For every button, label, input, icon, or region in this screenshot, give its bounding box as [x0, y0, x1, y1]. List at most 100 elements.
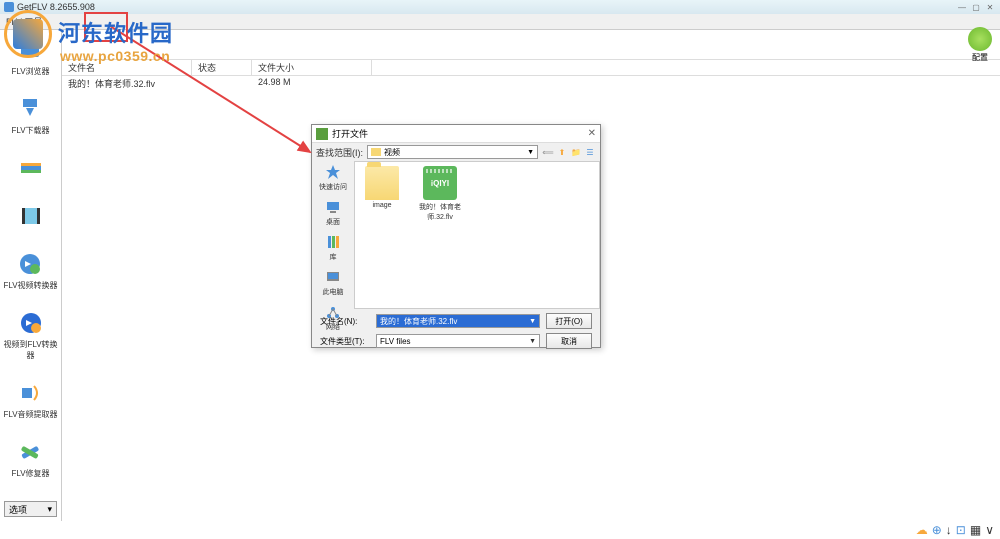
minimize-button[interactable]: —	[956, 3, 968, 12]
place-label: 桌面	[326, 217, 340, 227]
content-area: 配置 文件名 状态 文件大小 我的！体育老师.32.flv 24.98 M 打开…	[62, 30, 1000, 521]
filetype-value: FLV files	[380, 337, 411, 346]
chevron-down-icon: ▼	[527, 149, 534, 156]
dialog-bottom: 文件名(N): 我的！体育老师.32.flv ▼ 打开(O) 文件类型(T): …	[312, 309, 600, 353]
path-value: 视频	[384, 147, 400, 158]
convert-icon	[16, 250, 44, 278]
place-label: 此电脑	[323, 287, 344, 297]
options-label: 选项	[9, 503, 27, 516]
dialog-close-button[interactable]: ✕	[588, 128, 596, 139]
row-status	[192, 76, 252, 91]
file-item-folder[interactable]: image	[359, 166, 405, 209]
sidebar-item-audio-extract[interactable]: FLV音频提取器	[3, 379, 57, 420]
look-in-label: 查找范围(I):	[316, 146, 363, 159]
header-filename[interactable]: 文件名	[62, 60, 192, 75]
sidebar-item-label: FLV视频转换器	[3, 280, 57, 291]
nav-view-icon[interactable]: ☰	[584, 146, 596, 158]
place-quick-access[interactable]: 快速访问	[319, 163, 347, 192]
sidebar-item-tool4[interactable]	[17, 202, 45, 232]
annotation-red-box	[84, 12, 128, 42]
dialog-nav-icons: ⟸ ⬆ 📁 ☰	[542, 146, 596, 158]
menu-flv-tools[interactable]: FLV 工具	[6, 15, 42, 28]
place-label: 快速访问	[319, 182, 347, 192]
sidebar-item-label: FLV下载器	[11, 125, 49, 136]
sidebar-item-browser[interactable]: FLV浏览器	[11, 36, 49, 77]
places-bar: 快速访问 桌面 库 此电脑	[312, 161, 354, 309]
options-dropdown[interactable]: 选项 ▾	[4, 501, 57, 517]
dialog-titlebar: 打开文件 ✕	[312, 125, 600, 143]
audio-icon	[16, 379, 44, 407]
place-this-pc[interactable]: 此电脑	[323, 268, 344, 297]
chevron-down-icon: ▼	[529, 318, 536, 325]
library-icon	[324, 233, 342, 251]
place-label: 库	[330, 252, 337, 262]
header-size[interactable]: 文件大小	[252, 60, 372, 75]
dialog-title: 打开文件	[332, 127, 368, 140]
menubar: FLV 工具	[0, 14, 1000, 30]
sidebar-item-tool3[interactable]	[17, 154, 45, 184]
app-icon	[4, 2, 14, 12]
main-area: FLV浏览器 FLV下载器 FLV视频转换器 视频到FLV转换器 FLV音频提取…	[0, 30, 1000, 521]
window-title: GetFLV 8.2655.908	[17, 2, 95, 12]
filename-row: 文件名(N): 我的！体育老师.32.flv ▼ 打开(O)	[320, 313, 592, 329]
sidebar-item-video-to-flv[interactable]: 视频到FLV转换器	[0, 309, 61, 361]
header-status[interactable]: 状态	[192, 60, 252, 75]
chevron-down-icon: ▼	[529, 338, 536, 345]
filetype-row: 文件类型(T): FLV files ▼ 取消	[320, 333, 592, 349]
maximize-button[interactable]: ▢	[970, 3, 982, 12]
convert2-icon	[17, 309, 45, 337]
window-controls: — ▢ ✕	[956, 3, 996, 12]
close-button[interactable]: ✕	[984, 3, 996, 12]
tool-icon	[17, 154, 45, 182]
filename-input[interactable]: 我的！体育老师.32.flv ▼	[376, 314, 540, 328]
filetype-label: 文件类型(T):	[320, 336, 370, 347]
sidebar-item-repair[interactable]: FLV修复器	[11, 438, 49, 479]
sidebar: FLV浏览器 FLV下载器 FLV视频转换器 视频到FLV转换器 FLV音频提取…	[0, 30, 62, 521]
file-item-name: 我的！体育老师.32.flv	[417, 202, 463, 222]
sidebar-item-label: FLV修复器	[11, 468, 49, 479]
list-row[interactable]: 我的！体育老师.32.flv 24.98 M	[62, 76, 1000, 91]
sidebar-item-label: FLV浏览器	[11, 66, 49, 77]
tray-icon[interactable]: ☁	[916, 523, 928, 537]
desktop-icon	[324, 198, 342, 216]
sidebar-item-label: 视频到FLV转换器	[0, 339, 61, 361]
nav-up-icon[interactable]: ⬆	[556, 146, 568, 158]
dialog-body: 快速访问 桌面 库 此电脑	[312, 161, 600, 309]
download-icon	[16, 95, 44, 123]
path-dropdown[interactable]: 视频 ▼	[367, 145, 538, 159]
config-button[interactable]	[968, 27, 992, 51]
status-strip: ☁ ⊕ ↓ ⊡ ▦ ∨	[910, 521, 1000, 539]
folder-icon	[365, 166, 399, 200]
place-desktop[interactable]: 桌面	[324, 198, 342, 227]
filetype-dropdown[interactable]: FLV files ▼	[376, 334, 540, 348]
chevron-down-icon: ▾	[47, 504, 52, 515]
dialog-nav-row: 查找范围(I): 视频 ▼ ⟸ ⬆ 📁 ☰	[312, 143, 600, 161]
tray-icon[interactable]: ∨	[985, 523, 994, 537]
tray-icon[interactable]: ▦	[970, 523, 981, 537]
row-size: 24.98 M	[252, 76, 372, 91]
tray-icon[interactable]: ⊡	[956, 523, 966, 537]
file-item-flv[interactable]: iQIYI 我的！体育老师.32.flv	[417, 166, 463, 222]
list-header: 文件名 状态 文件大小	[62, 60, 1000, 76]
open-button[interactable]: 打开(O)	[546, 313, 592, 329]
tray-icon[interactable]: ⊕	[932, 523, 942, 537]
window-titlebar: GetFLV 8.2655.908 — ▢ ✕	[0, 0, 1000, 14]
file-list-pane[interactable]: image iQIYI 我的！体育老师.32.flv	[354, 161, 600, 309]
place-libraries[interactable]: 库	[324, 233, 342, 262]
tray-icon[interactable]: ↓	[946, 523, 952, 537]
row-filename: 我的！体育老师.32.flv	[62, 76, 192, 91]
sidebar-item-downloader[interactable]: FLV下载器	[11, 95, 49, 136]
sidebar-item-flv-converter[interactable]: FLV视频转换器	[3, 250, 57, 291]
star-icon	[324, 163, 342, 181]
nav-newfolder-icon[interactable]: 📁	[570, 146, 582, 158]
browser-icon	[16, 36, 44, 64]
filename-value: 我的！体育老师.32.flv	[380, 316, 457, 327]
folder-mini-icon	[371, 148, 381, 156]
repair-icon	[16, 438, 44, 466]
nav-back-icon[interactable]: ⟸	[542, 146, 554, 158]
sidebar-bottom: 选项 ▾	[0, 497, 61, 521]
sidebar-item-label: FLV音频提取器	[3, 409, 57, 420]
cancel-button[interactable]: 取消	[546, 333, 592, 349]
dialog-icon	[316, 128, 328, 140]
config-label: 配置	[972, 52, 988, 63]
